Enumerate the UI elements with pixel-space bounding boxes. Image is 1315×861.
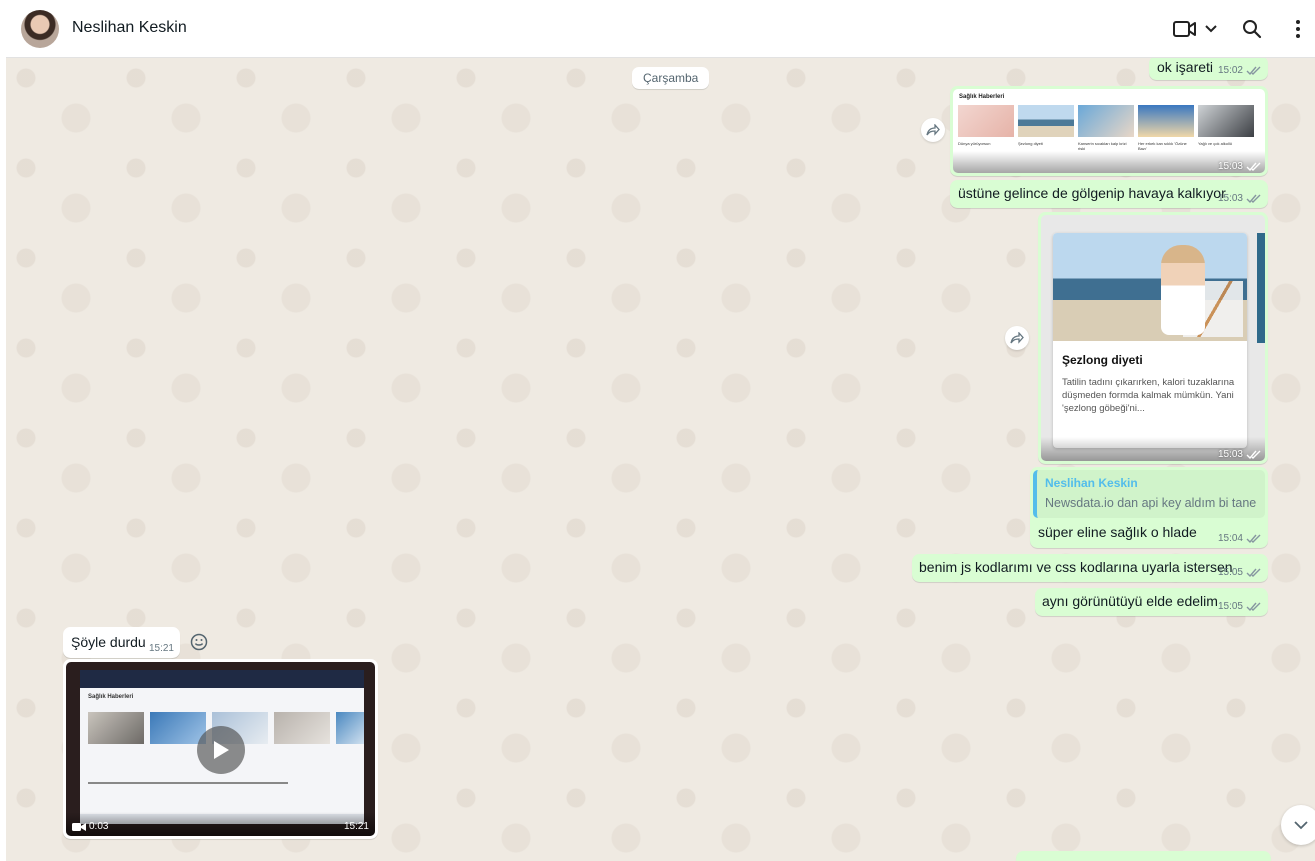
scroll-to-bottom-button[interactable] xyxy=(1281,805,1315,845)
quoted-message[interactable]: Neslihan Keskin Newsdata.io dan api key … xyxy=(1033,470,1265,518)
news-caption: Dünya yürüyorsun xyxy=(958,141,991,146)
chat-header: Neslihan Keskin xyxy=(6,0,1315,58)
forward-icon xyxy=(926,124,940,136)
news-photo xyxy=(1053,233,1247,341)
news-caption: Şezlong diyeti xyxy=(1018,141,1043,146)
double-check-icon xyxy=(1246,534,1261,544)
message-meta: 15:02 xyxy=(1218,65,1262,76)
news-caption: Her erkek kan sıklık 'Özüne Bazı' xyxy=(1138,141,1187,151)
message-time: 15:03 xyxy=(1217,161,1243,172)
message-outgoing[interactable]: aynı görünütüyü elde edelim 15:05 xyxy=(1035,588,1268,616)
message-meta: 15:05 xyxy=(1218,567,1262,578)
message-text: aynı görünütüyü elde edelim xyxy=(1042,593,1218,609)
video-duration-text: 0:03 xyxy=(89,821,109,832)
message-text: Şöyle durdu xyxy=(71,634,146,650)
message-meta: 15:03 xyxy=(1218,161,1262,172)
news-caption: Yağlı ve çok alkollü xyxy=(1198,141,1232,146)
forward-icon xyxy=(1010,332,1024,344)
message-time: 15:21 xyxy=(343,821,369,832)
video-call-button[interactable] xyxy=(1172,16,1220,42)
arrow-down-icon xyxy=(1294,821,1308,830)
thumbnail-title: Sağlık Haberleri xyxy=(959,94,1005,100)
message-reply[interactable]: Neslihan Keskin Newsdata.io dan api key … xyxy=(1030,467,1268,548)
message-text: üstüne gelince de gölgenip havaya kalkıy… xyxy=(958,185,1226,201)
double-check-icon xyxy=(1246,568,1261,578)
play-button[interactable] xyxy=(197,726,245,774)
play-icon xyxy=(214,741,229,759)
message-outgoing[interactable]: benim js kodlarımı ve css kodlarına uyar… xyxy=(912,554,1268,582)
message-meta: 15:04 xyxy=(1218,533,1262,544)
message-outgoing[interactable]: üstüne gelince de gölgenip havaya kalkıy… xyxy=(950,180,1268,208)
search-icon xyxy=(1243,20,1262,39)
search-button[interactable] xyxy=(1239,16,1265,42)
contact-name[interactable]: Neslihan Keskin xyxy=(72,19,187,37)
message-time: 15:03 xyxy=(1217,193,1243,204)
message-time: 15:21 xyxy=(148,643,174,654)
message-video[interactable]: Sağlık Haberleri 0:03 15:21 xyxy=(63,659,378,839)
message-text: benim js kodlarımı ve css kodlarına uyar… xyxy=(919,559,1233,575)
message-meta: 15:03 xyxy=(1218,193,1262,204)
menu-button[interactable] xyxy=(1288,16,1308,42)
video-frame-title: Sağlık Haberleri xyxy=(88,694,134,700)
whatsapp-app: Neslihan Keskin ok işareti 15:02 Çarşamb… xyxy=(0,0,1315,861)
quoted-sender: Neslihan Keskin xyxy=(1045,476,1138,490)
double-check-icon xyxy=(1246,194,1261,204)
forward-button[interactable] xyxy=(1005,326,1029,350)
message-outgoing[interactable] xyxy=(1016,851,1271,861)
message-incoming[interactable]: Şöyle durdu 15:21 xyxy=(63,627,180,658)
menu-dots-icon xyxy=(1296,20,1300,38)
double-check-icon xyxy=(1246,602,1261,612)
message-image[interactable]: Şezlong diyeti Tatilin tadını çıkarırken… xyxy=(1038,212,1268,464)
message-time: 15:02 xyxy=(1217,65,1243,76)
video-duration: 0:03 xyxy=(72,821,108,832)
message-image[interactable]: Sağlık Haberleri Dünya yürüyorsun Şezlon… xyxy=(950,86,1268,176)
avatar[interactable] xyxy=(21,10,59,48)
message-meta: 15:05 xyxy=(1218,601,1262,612)
news-card-text: Tatilin tadını çıkarırken, kalori tuzakl… xyxy=(1062,377,1235,414)
double-check-icon xyxy=(1246,162,1261,172)
news-card: Şezlong diyeti Tatilin tadını çıkarırken… xyxy=(1053,233,1247,448)
screenshot-thumbnail[interactable]: Şezlong diyeti Tatilin tadını çıkarırken… xyxy=(1041,215,1265,461)
message-time: 15:05 xyxy=(1217,567,1243,578)
video-call-icon xyxy=(1173,21,1196,37)
double-check-icon xyxy=(1246,66,1261,76)
news-card-title: Şezlong diyeti xyxy=(1062,353,1143,367)
message-meta: 15:21 xyxy=(149,643,174,654)
chevron-down-icon xyxy=(1205,25,1217,33)
video-thumbnail[interactable]: Sağlık Haberleri 0:03 15:21 xyxy=(66,662,375,836)
message-meta: 15:03 xyxy=(1218,449,1262,460)
message-outgoing[interactable]: ok işareti 15:02 xyxy=(1149,58,1268,80)
message-time: 15:05 xyxy=(1217,601,1243,612)
message-time: 15:04 xyxy=(1217,533,1243,544)
message-time: 15:03 xyxy=(1217,449,1243,460)
double-check-icon xyxy=(1246,450,1261,460)
react-button[interactable] xyxy=(187,630,211,654)
message-text: süper eline sağlık o hlade xyxy=(1038,524,1197,540)
day-divider: Çarşamba xyxy=(632,67,710,89)
message-text: ok işareti xyxy=(1157,59,1214,75)
message-list[interactable]: ok işareti 15:02 Çarşamba Sağlık Haberle… xyxy=(6,58,1315,861)
news-caption: Kanserin sıcakları kalp krizi riski xyxy=(1078,141,1127,151)
video-camera-icon xyxy=(72,822,86,831)
quoted-text: Newsdata.io dan api key aldım bi tane xyxy=(1045,496,1257,510)
forward-button[interactable] xyxy=(921,118,945,142)
emoji-icon xyxy=(190,633,208,651)
